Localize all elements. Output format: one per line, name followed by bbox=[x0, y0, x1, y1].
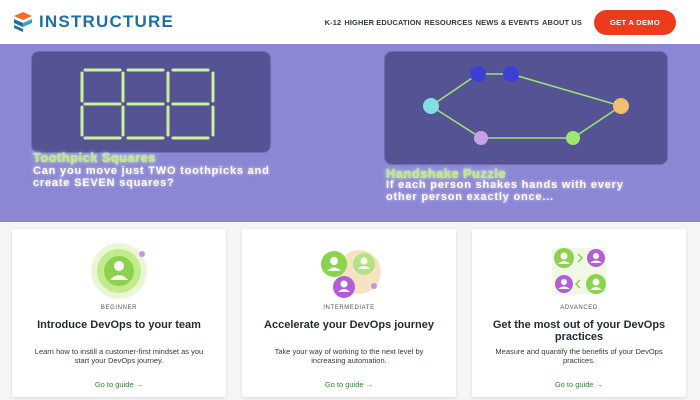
card-description: Measure and quantify the benefits of you… bbox=[495, 347, 663, 365]
guide-card-advanced[interactable]: ADVANCED Get the most out of your DevOps… bbox=[472, 229, 686, 397]
instructure-logo-icon bbox=[14, 12, 32, 32]
handshake-illustration bbox=[423, 66, 629, 145]
guide-cards: BEGINNER Introduce DevOps to your team L… bbox=[0, 222, 700, 400]
site-header: INSTRUCTURE K-12 HIGHER EDUCATION RESOUR… bbox=[0, 0, 700, 44]
hero-banner: Toothpick Squares Can you move just TWO … bbox=[0, 44, 700, 222]
nav-about-us[interactable]: ABOUT US bbox=[542, 18, 582, 27]
go-to-guide-link[interactable]: Go to guide → bbox=[472, 380, 686, 389]
organization-network-icon bbox=[552, 248, 606, 294]
handshake-puzzle-panel bbox=[385, 52, 667, 164]
get-a-demo-button[interactable]: GET A DEMO bbox=[594, 10, 676, 35]
toothpick-puzzle-panel bbox=[32, 52, 270, 152]
nav-k12[interactable]: K-12 bbox=[325, 18, 342, 27]
logo[interactable]: INSTRUCTURE bbox=[14, 12, 174, 32]
nav-resources[interactable]: RESOURCES bbox=[424, 18, 472, 27]
card-title: Accelerate your DevOps journey bbox=[264, 319, 434, 331]
nav-higher-education[interactable]: HIGHER EDUCATION bbox=[344, 18, 421, 27]
level-label: ADVANCED bbox=[560, 305, 598, 311]
level-label: BEGINNER bbox=[100, 305, 138, 311]
puzzle-desc-toothpick: Can you move just TWO toothpicks and cre… bbox=[33, 165, 270, 189]
logo-text: INSTRUCTURE bbox=[39, 12, 175, 31]
puzzle-title-toothpick: Toothpick Squares bbox=[33, 150, 156, 165]
guide-card-intermediate[interactable]: INTERMEDIATE Accelerate your DevOps jour… bbox=[242, 229, 456, 397]
puzzle-desc-handshake: If each person shakes hands with every o… bbox=[386, 179, 624, 203]
level-label: INTERMEDIATE bbox=[323, 305, 375, 311]
guide-card-beginner[interactable]: BEGINNER Introduce DevOps to your team L… bbox=[12, 229, 226, 397]
main-nav: K-12 HIGHER EDUCATION RESOURCES NEWS & E… bbox=[325, 18, 582, 27]
toothpick-squares-illustration bbox=[80, 68, 215, 140]
go-to-guide-link[interactable]: Go to guide → bbox=[12, 380, 226, 389]
single-person-icon bbox=[91, 243, 147, 299]
card-description: Take your way of working to the next lev… bbox=[274, 347, 424, 365]
nav-news-events[interactable]: NEWS & EVENTS bbox=[476, 18, 539, 27]
card-title: Get the most out of your DevOps practice… bbox=[492, 319, 666, 343]
team-people-icon bbox=[321, 250, 381, 298]
go-to-guide-link[interactable]: Go to guide → bbox=[242, 380, 456, 389]
card-description: Learn how to instill a customer-first mi… bbox=[34, 347, 204, 365]
card-title: Introduce DevOps to your team bbox=[37, 319, 201, 331]
